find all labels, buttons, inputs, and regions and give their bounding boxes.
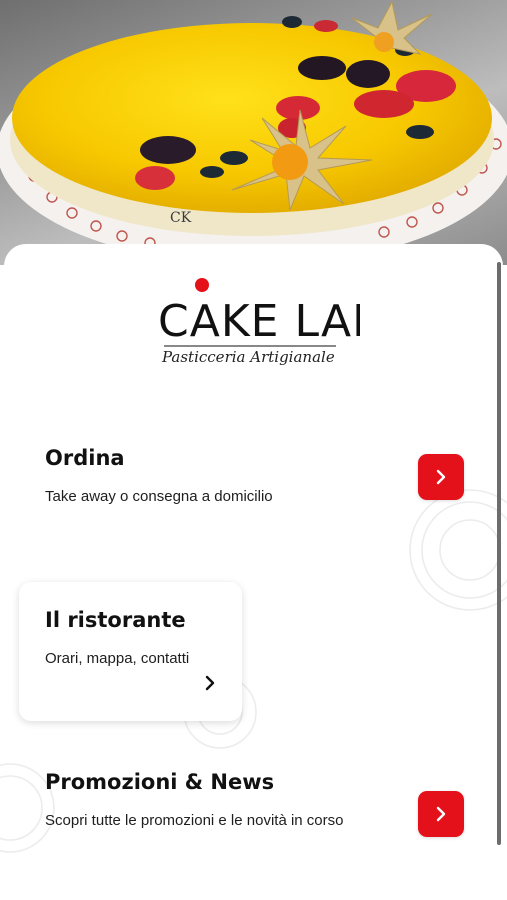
section-title: Promozioni & News (45, 770, 275, 794)
chevron-right-icon (436, 469, 446, 485)
vertical-scrollbar[interactable] (497, 262, 501, 845)
logo-tagline: Pasticceria Artigianale (161, 348, 335, 366)
hero-cake-image: CK (0, 0, 507, 265)
section-subtitle: Take away o consegna a domicilio (45, 488, 273, 505)
chevron-right-icon[interactable] (202, 674, 218, 692)
ordina-arrow-button[interactable] (418, 454, 464, 500)
logo-wordmark: CAKE LAB (158, 296, 360, 347)
section-subtitle: Scopri tutte le promozioni e le novità i… (45, 812, 344, 829)
section-title: Il ristorante (45, 608, 186, 632)
cake-brand-mark: CK (170, 210, 192, 226)
promozioni-arrow-button[interactable] (418, 791, 464, 837)
brand-logo: CAKE LAB Pasticceria Artigianale (150, 272, 382, 382)
logo-dot-icon (195, 278, 209, 292)
section-subtitle: Orari, mappa, contatti (45, 650, 190, 667)
section-title: Ordina (45, 446, 125, 470)
chevron-right-icon (436, 806, 446, 822)
